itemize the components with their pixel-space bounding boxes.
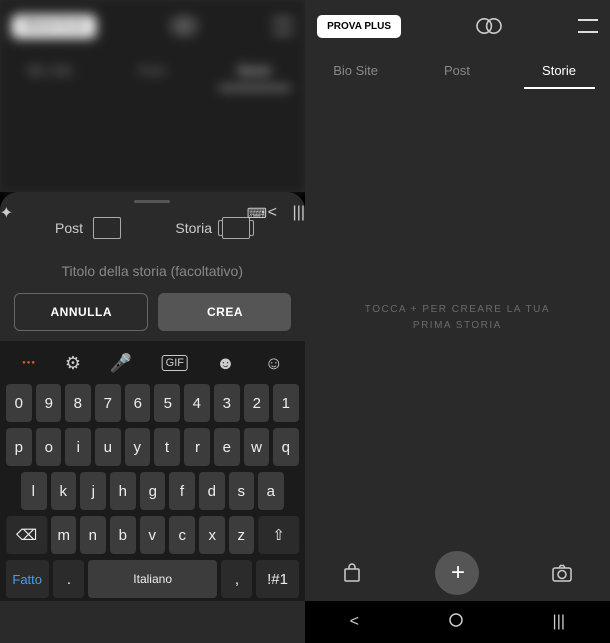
nav-keyboard-icon[interactable]: ⌨ [247, 205, 267, 222]
sticker-icon[interactable]: ☻ [216, 353, 235, 374]
cancel-button[interactable]: ANNULLA [14, 293, 149, 331]
nav-back-icon[interactable]: < [267, 204, 276, 222]
tab-storie[interactable]: Storie [203, 52, 305, 89]
key-6[interactable]: 6 [125, 384, 151, 422]
key-b[interactable]: b [110, 516, 136, 554]
tab-post[interactable]: Post [102, 52, 204, 89]
key-m[interactable]: m [51, 516, 77, 554]
key-2[interactable]: 2 [244, 384, 270, 422]
more-dots-icon[interactable]: ●●● [22, 360, 36, 366]
key-i[interactable]: i [65, 428, 91, 466]
key-shift[interactable]: ⇧ [258, 516, 299, 554]
nav-accessibility-icon[interactable]: ✦ [0, 203, 13, 223]
key-7[interactable]: 7 [95, 384, 121, 422]
blurred-background: PROVA PLUS Storie Post Bio Site [0, 0, 305, 192]
key-a[interactable]: a [258, 472, 284, 510]
camera-icon[interactable] [551, 561, 575, 585]
key-space[interactable]: Italiano [88, 560, 217, 598]
key-comma[interactable]: , [221, 560, 252, 598]
key-o[interactable]: o [36, 428, 62, 466]
create-button[interactable]: CREA [159, 293, 292, 331]
key-done[interactable]: Fatto [6, 560, 49, 598]
key-h[interactable]: h [110, 472, 136, 510]
gif-icon[interactable]: GIF [161, 355, 187, 371]
key-5[interactable]: 5 [154, 384, 180, 422]
tab-biosite[interactable]: Bio Site [305, 52, 407, 89]
keyboard: ☺ ☻ GIF 🎤 ⚙ ●●● 1234567890 qwertyuiop as… [0, 341, 305, 601]
android-navbar: ||| < [305, 601, 610, 643]
key-0[interactable]: 0 [6, 384, 32, 422]
key-t[interactable]: t [154, 428, 180, 466]
key-8[interactable]: 8 [65, 384, 91, 422]
key-j[interactable]: j [80, 472, 106, 510]
nav-recents-icon[interactable]: ||| [553, 613, 565, 631]
key-symbols[interactable]: !#1 [256, 560, 299, 598]
type-option-storia[interactable]: Storia [175, 217, 250, 239]
key-f[interactable]: f [169, 472, 195, 510]
key-9[interactable]: 9 [36, 384, 62, 422]
menu-icon[interactable] [273, 19, 293, 33]
mic-icon[interactable]: 🎤 [110, 353, 132, 374]
screen-right: PROVA PLUS Storie Post Bio Site TOCCA + … [305, 0, 610, 643]
prova-plus-button[interactable]: PROVA PLUS [317, 15, 401, 38]
key-x[interactable]: x [199, 516, 225, 554]
empty-text-1: TOCCA + PER CREARE LA TUA [365, 302, 550, 318]
key-1[interactable]: 1 [273, 384, 299, 422]
tab-post[interactable]: Post [407, 52, 509, 89]
key-3[interactable]: 3 [214, 384, 240, 422]
settings-icon[interactable]: ⚙ [65, 353, 81, 374]
key-n[interactable]: n [80, 516, 106, 554]
nav-recents-icon[interactable]: ||| [293, 204, 305, 222]
key-w[interactable]: w [244, 428, 270, 466]
key-d[interactable]: d [199, 472, 225, 510]
key-p[interactable]: p [6, 428, 32, 466]
key-y[interactable]: y [125, 428, 151, 466]
key-period[interactable]: . [53, 560, 84, 598]
create-sheet: Storia Post Titolo della storia (facolta… [0, 192, 305, 601]
key-c[interactable]: c [169, 516, 195, 554]
fab-add-button[interactable]: + [436, 551, 480, 595]
key-l[interactable]: l [21, 472, 47, 510]
tab-biosite[interactable]: Bio Site [0, 52, 102, 89]
bottom-toolbar: + [305, 545, 610, 601]
empty-state: TOCCA + PER CREARE LA TUA PRIMA STORIA [305, 90, 610, 545]
empty-text-2: PRIMA STORIA [365, 318, 550, 334]
key-v[interactable]: v [140, 516, 166, 554]
key-z[interactable]: z [229, 516, 255, 554]
sheet-handle[interactable] [135, 200, 171, 203]
key-k[interactable]: k [51, 472, 77, 510]
emoji-icon[interactable]: ☺ [264, 353, 282, 374]
key-q[interactable]: q [273, 428, 299, 466]
story-title-input[interactable]: Titolo della storia (facoltativo) [0, 257, 305, 293]
tab-storie[interactable]: Storie [508, 52, 610, 89]
app-logo-icon [168, 16, 200, 36]
key-e[interactable]: e [214, 428, 240, 466]
key-g[interactable]: g [140, 472, 166, 510]
story-icon [222, 217, 250, 239]
post-icon [93, 217, 121, 239]
type-option-post[interactable]: Post [55, 217, 121, 239]
nav-back-icon[interactable]: < [350, 613, 359, 631]
key-backspace[interactable]: ⌫ [6, 516, 47, 554]
app-logo-icon [473, 16, 505, 36]
bag-icon[interactable] [341, 561, 365, 585]
screen-left: PROVA PLUS Storie Post Bio Site Storia P… [0, 0, 305, 643]
prova-plus-button[interactable]: PROVA PLUS [12, 15, 96, 38]
key-u[interactable]: u [95, 428, 121, 466]
key-4[interactable]: 4 [184, 384, 210, 422]
menu-icon[interactable] [578, 19, 598, 33]
nav-home-icon[interactable] [448, 612, 464, 633]
key-r[interactable]: r [184, 428, 210, 466]
key-s[interactable]: s [229, 472, 255, 510]
